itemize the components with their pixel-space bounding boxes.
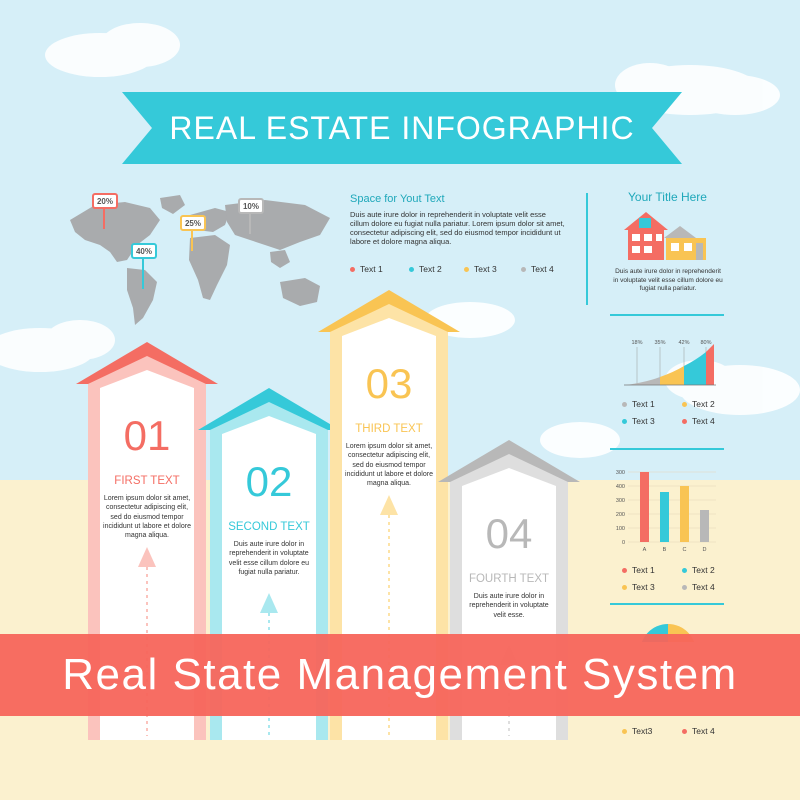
- bar-legend-item: Text 4: [682, 582, 715, 592]
- map-marker-label: 25%: [180, 215, 206, 231]
- area-legend-item: Text 1: [622, 399, 655, 409]
- bar: [680, 486, 689, 542]
- panel-separator-1: [610, 314, 724, 316]
- bar-y-tick: 200: [616, 512, 625, 518]
- bar-y-tick: 300: [616, 470, 625, 476]
- space-body: Duis aute irure dolor in reprehenderit i…: [350, 210, 565, 246]
- area-percent-label: 42%: [678, 340, 689, 346]
- bar-y-tick: 400: [616, 484, 625, 490]
- legend-dot: [622, 419, 627, 425]
- legend-label: Text 1: [632, 399, 655, 409]
- card-number: 01: [123, 412, 171, 459]
- map-pin-stem: [249, 214, 251, 234]
- card-title: FIRST TEXT: [114, 475, 180, 487]
- bar-y-tick: 300: [616, 498, 625, 504]
- space-legend-item: Text 4: [521, 264, 554, 274]
- panel-separator-3: [610, 603, 724, 605]
- bar-category-label: C: [683, 547, 687, 553]
- infographic-canvas: REAL ESTATE INFOGRAPHIC 20% 40% 25% 10% Spa…: [0, 0, 800, 800]
- legend-dot: [682, 585, 687, 591]
- bar: [640, 472, 649, 542]
- bar-y-tick: 100: [616, 526, 625, 532]
- area-percent-label: 80%: [700, 340, 711, 346]
- bar-category-label: A: [643, 547, 647, 553]
- map-pin-stem: [191, 231, 193, 251]
- space-legend-item: Text 3: [464, 264, 497, 274]
- legend-label: Text 2: [692, 565, 715, 575]
- legend-dot: [622, 585, 627, 591]
- card-number: 02: [245, 458, 293, 505]
- space-legend-item: Text 1: [350, 264, 383, 274]
- bar-legend-item: Text 3: [622, 582, 655, 592]
- card-number: 03: [365, 360, 413, 407]
- legend-dot: [682, 568, 687, 574]
- legend-label: Text 2: [419, 264, 442, 274]
- legend-label: Text 4: [692, 416, 715, 426]
- bar-legend-item: Text 1: [622, 565, 655, 575]
- card-number: 04: [485, 510, 533, 557]
- legend-dot: [464, 267, 469, 273]
- legend-label: Text 3: [474, 264, 497, 274]
- area-segment: [684, 352, 706, 385]
- bar: [660, 492, 669, 542]
- card-body-text: Duis aute irure dolor in reprehenderit i…: [469, 593, 549, 619]
- bar: [700, 510, 709, 542]
- area-percent-label: 35%: [654, 340, 665, 346]
- legend-dot: [409, 267, 414, 273]
- area-segment: [706, 344, 714, 385]
- bar-category-label: D: [703, 547, 707, 553]
- space-legend-item: Text 2: [409, 264, 442, 274]
- legend-dot: [682, 419, 687, 425]
- area-legend-item: Text 4: [682, 416, 715, 426]
- legend-dot: [682, 402, 687, 408]
- card-body-text: Lorem ipsum dolor sit amet, consectetur …: [103, 495, 191, 540]
- card-body-text: Lorem ipsum dolor sit amet, consectetur …: [345, 443, 433, 488]
- legend-label: Text3: [632, 726, 653, 736]
- area-segment: [660, 366, 684, 385]
- card-title: THIRD TEXT: [355, 423, 423, 435]
- card-title: SECOND TEXT: [228, 521, 310, 533]
- legend-dot: [350, 267, 355, 273]
- house-icon: [624, 212, 706, 260]
- card-body-text: Duis aute irure dolor in reprehenderit i…: [228, 541, 310, 576]
- legend-dot: [521, 267, 526, 273]
- panel-separator-2: [610, 448, 724, 450]
- banner-title: REAL ESTATE INFOGRAPHIC: [169, 110, 635, 146]
- area-legend-item: Text 2: [682, 399, 715, 409]
- legend-dot: [622, 729, 627, 735]
- legend-label: Text 4: [531, 264, 554, 274]
- legend-dot: [622, 568, 627, 574]
- area-chart: 18% 35% 42% 80%: [624, 340, 716, 386]
- legend-label: Text 2: [692, 399, 715, 409]
- map-marker-label: 40%: [131, 243, 157, 259]
- bar-chart: 300 400 300 200 100 0 A B C D: [616, 470, 716, 553]
- card-title: FOURTH TEXT: [468, 573, 550, 585]
- overlay-caption: Real State Management System: [62, 650, 738, 699]
- legend-dot: [682, 729, 687, 735]
- bar-legend-item: Text 2: [682, 565, 715, 575]
- bar-category-label: B: [663, 547, 667, 553]
- right-panel-title: Your Title Here: [628, 190, 707, 204]
- map-pin-stem: [103, 209, 105, 229]
- area-segment: [626, 377, 660, 385]
- bottom-legend-item: Text 4: [682, 726, 715, 736]
- legend-label: Text 4: [692, 582, 715, 592]
- space-heading: Space for Yout Text: [350, 193, 445, 205]
- area-legend-item: Text 3: [622, 416, 655, 426]
- legend-label: Text 1: [632, 565, 655, 575]
- map-marker-label: 20%: [92, 193, 118, 209]
- map-marker-label: 10%: [238, 198, 264, 214]
- area-percent-label: 18%: [631, 340, 642, 346]
- legend-label: Text 4: [692, 726, 715, 736]
- legend-label: Text 3: [632, 416, 655, 426]
- bar-y-tick: 0: [622, 540, 625, 546]
- right-panel-body: Duis aute irure dolor in reprehenderit i…: [613, 268, 723, 292]
- legend-label: Text 3: [632, 582, 655, 592]
- legend-dot: [622, 402, 627, 408]
- bottom-legend-item: Text3: [622, 726, 652, 736]
- legend-label: Text 1: [360, 264, 383, 274]
